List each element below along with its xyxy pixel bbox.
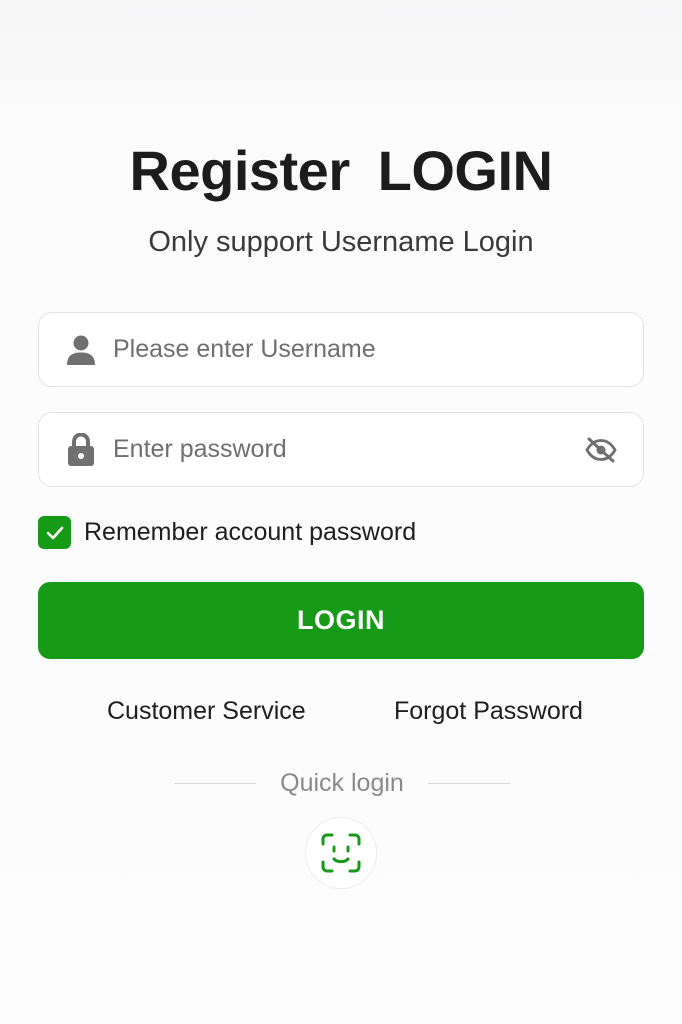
password-input[interactable] <box>113 413 581 486</box>
login-button[interactable]: LOGIN <box>38 582 644 659</box>
remember-password-option[interactable]: Remember account password <box>38 516 416 549</box>
remember-checkbox[interactable] <box>38 516 71 549</box>
page-subtitle: Only support Username Login <box>148 226 534 258</box>
password-field[interactable] <box>38 412 644 487</box>
face-id-icon <box>321 833 361 873</box>
register-link[interactable]: Register <box>130 138 351 203</box>
quick-login-label: Quick login <box>280 768 404 797</box>
quick-login-divider: Quick login <box>174 768 510 798</box>
customer-service-link[interactable]: Customer Service <box>107 697 306 726</box>
page-title: Register LOGIN <box>0 138 682 203</box>
divider-line-right <box>427 782 510 784</box>
face-login-button[interactable] <box>305 817 377 889</box>
divider-line-left <box>174 782 256 784</box>
username-input[interactable] <box>113 313 643 386</box>
user-icon <box>61 330 101 370</box>
login-screen: Register LOGIN Only support Username Log… <box>0 0 682 1024</box>
eye-off-icon[interactable] <box>581 430 621 470</box>
lock-icon <box>61 430 101 470</box>
forgot-password-link[interactable]: Forgot Password <box>394 697 583 726</box>
username-field[interactable] <box>38 312 644 387</box>
login-title: LOGIN <box>377 139 553 202</box>
check-icon <box>46 526 63 539</box>
remember-label: Remember account password <box>84 518 417 546</box>
